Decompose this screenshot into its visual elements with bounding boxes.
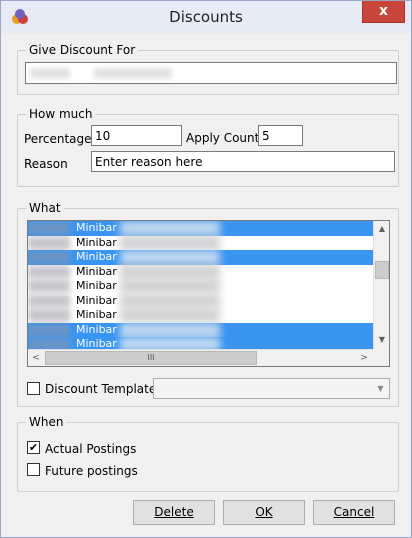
reason-input[interactable]: Enter reason here (91, 151, 395, 172)
scroll-right-arrow-icon[interactable]: > (356, 350, 372, 366)
redacted-item-detail (120, 250, 220, 264)
redacted-guest-name (30, 68, 70, 79)
redacted-guest-room (94, 68, 172, 79)
title-bar: Discounts x (1, 1, 411, 33)
apply-count-label: Apply Count (186, 131, 260, 145)
redacted-item-code (28, 323, 70, 336)
close-button[interactable]: x (362, 1, 405, 23)
horizontal-scrollbar[interactable]: < III > (28, 349, 374, 366)
what-legend: What (26, 201, 64, 215)
list-item[interactable]: Minibar (28, 264, 374, 280)
chevron-down-icon[interactable]: ▼ (372, 379, 389, 398)
list-item-label: Minibar (76, 221, 117, 234)
vertical-scrollbar[interactable]: ▲ ▼ (373, 221, 389, 351)
redacted-item-code (28, 236, 70, 249)
percentage-label: Percentage (24, 132, 92, 146)
redacted-item-detail (120, 221, 220, 235)
list-item-label: Minibar (76, 308, 117, 321)
redacted-item-detail (120, 322, 220, 337)
redacted-item-code (28, 222, 70, 234)
list-item-label: Minibar (76, 293, 117, 307)
scroll-down-arrow-icon[interactable]: ▼ (374, 332, 389, 348)
vertical-scroll-thumb[interactable] (375, 261, 389, 279)
scroll-left-arrow-icon[interactable]: < (28, 350, 44, 366)
apply-count-input[interactable]: 5 (258, 125, 303, 146)
list-item[interactable]: Minibar (28, 293, 374, 309)
cancel-button-label: Cancel (333, 505, 375, 519)
give-discount-field[interactable] (25, 62, 397, 84)
give-discount-legend: Give Discount For (26, 43, 139, 57)
list-item-label: Minibar (76, 322, 117, 336)
discount-template-checkbox[interactable] (27, 382, 40, 395)
list-item[interactable]: Minibar (28, 221, 374, 236)
actual-postings-checkbox[interactable]: ✔ (27, 441, 40, 454)
items-listbox[interactable]: Minibar Minibar Minibar Minibar Minibar Minib… (27, 220, 390, 367)
list-item-label: Minibar (76, 264, 117, 278)
redacted-item-detail (120, 293, 220, 308)
future-postings-label[interactable]: Future postings (45, 464, 138, 478)
list-item[interactable]: Minibar (28, 308, 374, 323)
horizontal-scroll-thumb[interactable]: III (45, 351, 257, 365)
list-item[interactable]: Minibar (28, 235, 374, 251)
redacted-item-code (28, 309, 70, 321)
list-item[interactable]: Minibar (28, 250, 374, 265)
actual-postings-label[interactable]: Actual Postings (45, 442, 136, 456)
redacted-item-detail (120, 235, 220, 250)
when-group: When (17, 415, 399, 492)
reason-label: Reason (24, 157, 68, 171)
redacted-item-detail (120, 308, 220, 322)
redacted-item-code (28, 265, 70, 278)
window-title: Discounts (169, 8, 243, 26)
discount-template-label[interactable]: Discount Template (45, 382, 156, 396)
discount-template-select[interactable]: ▼ (153, 378, 390, 399)
list-item-label: Minibar (76, 235, 117, 249)
list-item-label: Minibar (76, 279, 117, 292)
redacted-item-code (28, 294, 70, 307)
scroll-up-arrow-icon[interactable]: ▲ (374, 221, 389, 237)
ok-button[interactable]: OK (223, 500, 305, 525)
redacted-item-detail (120, 279, 220, 293)
future-postings-checkbox[interactable] (27, 463, 40, 476)
checkmark-icon: ✔ (28, 441, 39, 454)
cancel-button[interactable]: Cancel (313, 500, 395, 525)
redacted-item-code (28, 280, 70, 292)
redacted-item-detail (120, 264, 220, 279)
list-item-label: Minibar (76, 250, 117, 263)
ok-button-label: OK (255, 505, 273, 519)
how-much-legend: How much (26, 107, 96, 121)
percentage-input[interactable]: 10 (91, 125, 182, 146)
list-item[interactable]: Minibar (28, 322, 374, 337)
discounts-dialog: Discounts x Give Discount For How much P… (0, 0, 412, 538)
delete-button-label: Delete (154, 505, 194, 519)
redacted-item-code (28, 251, 70, 263)
when-legend: When (26, 415, 67, 429)
scrollbar-corner (373, 349, 389, 366)
delete-button[interactable]: Delete (133, 500, 215, 525)
list-item[interactable]: Minibar (28, 279, 374, 294)
